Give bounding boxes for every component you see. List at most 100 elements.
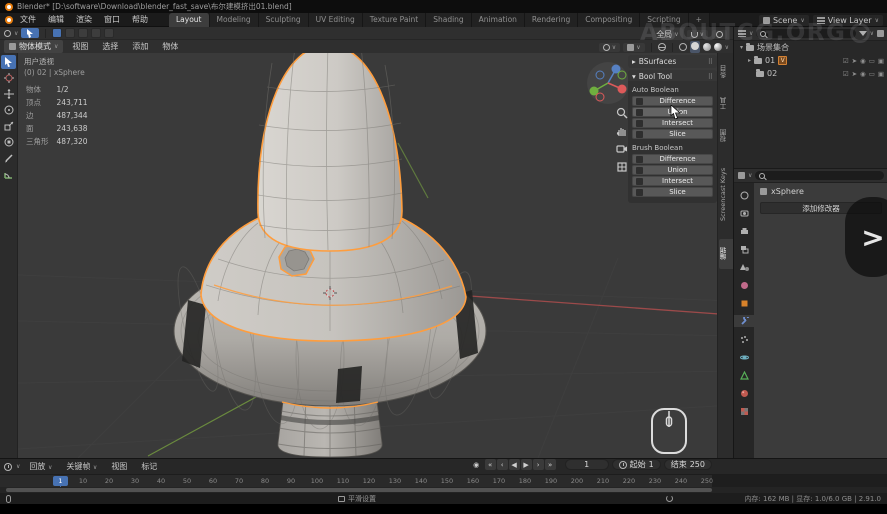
auto-intersect-button[interactable]: Intersect bbox=[632, 118, 713, 128]
tab-tool[interactable] bbox=[734, 189, 754, 201]
sidebar-tab-view[interactable]: 视图 bbox=[719, 123, 733, 149]
outliner-row-collection-01[interactable]: ▸ 01 V ☑ ➤ ◉ ▭ ▣ bbox=[734, 54, 887, 67]
exclude-checkbox-icon[interactable]: ☑ bbox=[843, 70, 849, 78]
viewport-disable-icon[interactable]: ▭ bbox=[869, 57, 875, 65]
blender-menu-icon[interactable] bbox=[5, 16, 13, 24]
view-layer-selector[interactable]: View Layer ∨ bbox=[813, 15, 883, 26]
properties-search-input[interactable] bbox=[755, 171, 884, 180]
camera-view-icon[interactable] bbox=[616, 143, 628, 155]
tab-render[interactable] bbox=[734, 207, 754, 219]
tool-scale[interactable] bbox=[1, 119, 16, 133]
frame-start-field[interactable]: 起始1 bbox=[612, 459, 661, 470]
navigation-gizmo[interactable] bbox=[586, 61, 630, 105]
panel-bsurfaces[interactable]: ▸ BSurfaces ⠿ bbox=[628, 55, 717, 68]
x-axis-handle[interactable] bbox=[618, 85, 627, 94]
shading-material-icon[interactable] bbox=[703, 43, 711, 51]
menu-view[interactable]: 视图 bbox=[67, 39, 93, 54]
select-box-tool-button[interactable] bbox=[21, 28, 39, 38]
player-next-overlay[interactable]: > bbox=[845, 197, 887, 277]
sidebar-tab-tool[interactable]: 工具 bbox=[719, 91, 733, 117]
tab-modeling[interactable]: Modeling bbox=[210, 13, 259, 27]
snap-toggle[interactable]: ∨ bbox=[687, 30, 708, 39]
scene-selector[interactable]: Scene ∨ bbox=[759, 15, 809, 26]
active-tool-icon[interactable] bbox=[4, 30, 11, 37]
hide-eye-icon[interactable]: ◉ bbox=[860, 70, 866, 78]
tab-uv-editing[interactable]: UV Editing bbox=[309, 13, 363, 27]
select-mode-invert-icon[interactable] bbox=[91, 28, 101, 38]
jump-next-keyframe-button[interactable]: › bbox=[533, 459, 544, 470]
menu-playback[interactable]: 回放 ∨ bbox=[24, 459, 57, 474]
frame-end-field[interactable]: 结束250 bbox=[664, 459, 712, 470]
hide-eye-icon[interactable]: ◉ bbox=[860, 57, 866, 65]
overlays-dropdown[interactable]: ∨ bbox=[623, 43, 644, 52]
pan-hand-icon[interactable] bbox=[616, 125, 628, 137]
shading-wireframe-icon[interactable] bbox=[679, 43, 687, 51]
selectable-icon[interactable]: ➤ bbox=[852, 57, 857, 65]
filter-icon[interactable] bbox=[859, 31, 867, 36]
tab-texture[interactable] bbox=[734, 405, 754, 417]
tool-rotate[interactable] bbox=[1, 103, 16, 117]
scrollbar-thumb[interactable] bbox=[6, 488, 712, 492]
gizmos-dropdown[interactable]: ∨ bbox=[599, 43, 620, 52]
tab-shading[interactable]: Shading bbox=[426, 13, 471, 27]
menu-select[interactable]: 选择 bbox=[97, 39, 123, 54]
menu-file[interactable]: 文件 bbox=[15, 12, 41, 27]
expand-arrow-icon[interactable]: ▾ bbox=[740, 44, 743, 51]
xray-globe-icon[interactable] bbox=[658, 43, 666, 51]
select-mode-extend-icon[interactable] bbox=[65, 28, 75, 38]
tab-scripting[interactable]: Scripting bbox=[640, 13, 688, 27]
tab-material[interactable] bbox=[734, 387, 754, 399]
menu-object[interactable]: 物体 bbox=[157, 39, 183, 54]
brush-intersect-button[interactable]: Intersect bbox=[632, 176, 713, 186]
tool-cursor[interactable] bbox=[1, 71, 16, 85]
tool-annotate[interactable] bbox=[1, 151, 16, 165]
menu-keying[interactable]: 关键帧 ∨ bbox=[61, 459, 102, 474]
tab-modifiers-active[interactable] bbox=[734, 315, 754, 327]
outliner-row-scene-collection[interactable]: ▾ 场景集合 bbox=[734, 41, 887, 54]
menu-window[interactable]: 窗口 bbox=[99, 12, 125, 27]
expand-arrow-icon[interactable]: ▸ bbox=[748, 57, 751, 64]
menu-render[interactable]: 渲染 bbox=[71, 12, 97, 27]
playhead[interactable]: 1 bbox=[53, 476, 68, 486]
tab-output[interactable] bbox=[734, 225, 754, 237]
jump-to-start-button[interactable]: « bbox=[485, 459, 496, 470]
outliner-row-collection-02[interactable]: 02 ☑ ➤ ◉ ▭ ▣ bbox=[734, 67, 887, 80]
exclude-checkbox-icon[interactable]: ☑ bbox=[843, 57, 849, 65]
tool-move[interactable] bbox=[1, 87, 16, 101]
tab-object[interactable] bbox=[734, 297, 754, 309]
outliner-editor-icon[interactable] bbox=[738, 30, 746, 37]
tab-particles[interactable] bbox=[734, 333, 754, 345]
proportional-edit-toggle[interactable] bbox=[712, 30, 727, 39]
play-button[interactable]: ▶ bbox=[521, 459, 532, 470]
properties-editor-icon[interactable] bbox=[738, 172, 745, 179]
clock-icon[interactable] bbox=[4, 463, 12, 471]
new-collection-icon[interactable] bbox=[877, 30, 884, 37]
sidebar-tab-edit[interactable]: 编辑 bbox=[719, 239, 733, 269]
outliner-search-input[interactable] bbox=[756, 29, 855, 38]
zoom-icon[interactable] bbox=[616, 107, 628, 119]
tool-transform[interactable] bbox=[1, 135, 16, 149]
selectable-icon[interactable]: ➤ bbox=[852, 70, 857, 78]
brush-union-button[interactable]: Union bbox=[632, 165, 713, 175]
tool-select-box[interactable] bbox=[1, 55, 16, 69]
render-disable-icon[interactable]: ▣ bbox=[878, 70, 884, 78]
tab-world[interactable] bbox=[734, 279, 754, 291]
play-reverse-button[interactable]: ◀ bbox=[509, 459, 520, 470]
tab-texture-paint[interactable]: Texture Paint bbox=[363, 13, 426, 27]
brush-slice-button[interactable]: Slice bbox=[632, 187, 713, 197]
jump-prev-keyframe-button[interactable]: ‹ bbox=[497, 459, 508, 470]
brush-difference-button[interactable]: Difference bbox=[632, 154, 713, 164]
select-mode-subtract-icon[interactable] bbox=[78, 28, 88, 38]
render-disable-icon[interactable]: ▣ bbox=[878, 57, 884, 65]
tab-sculpting[interactable]: Sculpting bbox=[259, 13, 309, 27]
shading-rendered-icon[interactable] bbox=[714, 43, 722, 51]
auto-slice-button[interactable]: Slice bbox=[632, 129, 713, 139]
menu-edit[interactable]: 编辑 bbox=[43, 12, 69, 27]
tab-view-layer[interactable] bbox=[734, 243, 754, 255]
tab-animation[interactable]: Animation bbox=[472, 13, 525, 27]
select-mode-intersect-icon[interactable] bbox=[104, 28, 114, 38]
current-frame-field[interactable]: 1 bbox=[565, 459, 609, 470]
tab-rendering[interactable]: Rendering bbox=[525, 13, 578, 27]
tab-compositing[interactable]: Compositing bbox=[578, 13, 640, 27]
tool-measure[interactable] bbox=[1, 167, 16, 181]
